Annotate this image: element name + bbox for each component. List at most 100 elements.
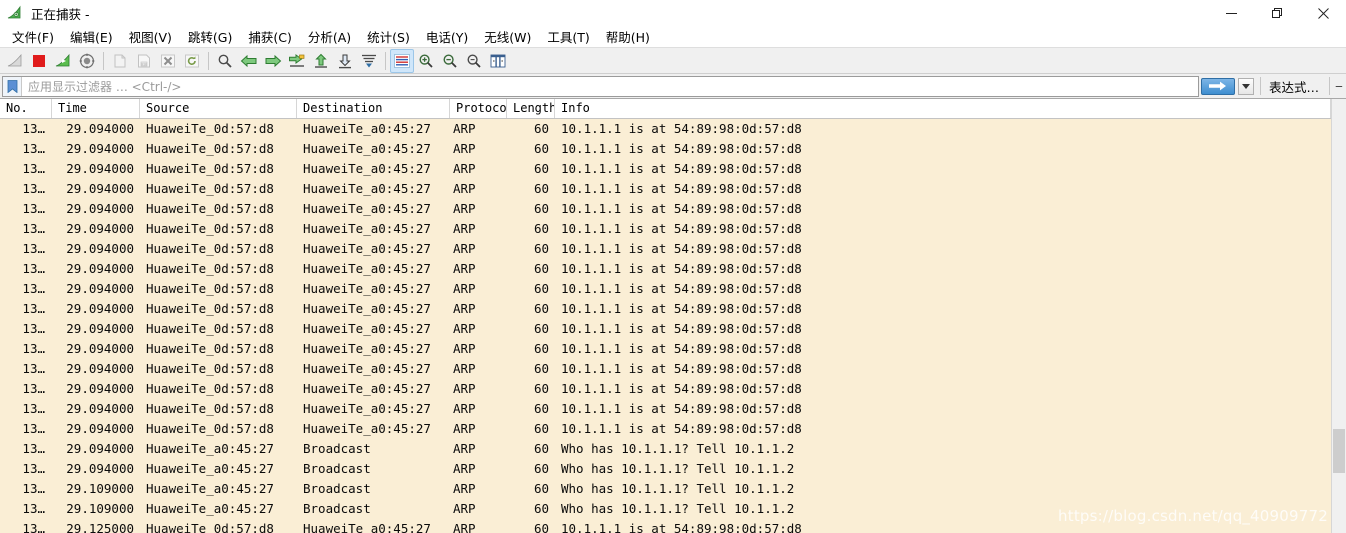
packet-row[interactable]: 13… 29.094000 HuaweiTe_0d:57:d8 HuaweiTe_a0… xyxy=(0,219,1331,239)
packet-row[interactable]: 13… 29.094000 HuaweiTe_0d:57:d8 HuaweiTe_a0… xyxy=(0,319,1331,339)
packet-row[interactable]: 13… 29.094000 HuaweiTe_a0:45:27 Broadcast AR… xyxy=(0,459,1331,479)
packet-row[interactable]: 13… 29.109000 HuaweiTe_a0:45:27 Broadcast AR… xyxy=(0,479,1331,499)
packet-row[interactable]: 13… 29.094000 HuaweiTe_0d:57:d8 HuaweiTe_a0… xyxy=(0,399,1331,419)
find-packet-icon[interactable] xyxy=(213,49,237,73)
restart-capture-icon[interactable] xyxy=(51,49,75,73)
packet-cell-time: 29.094000 xyxy=(66,241,134,256)
packet-row[interactable]: 13… 29.094000 HuaweiTe_0d:57:d8 HuaweiTe_a0… xyxy=(0,279,1331,299)
menu-item-go[interactable]: 跳转(G) xyxy=(180,25,240,48)
open-file-icon[interactable] xyxy=(108,49,132,73)
colorize-packets-icon[interactable] xyxy=(390,48,414,73)
resize-columns-icon[interactable] xyxy=(486,49,510,73)
minimize-button[interactable] xyxy=(1208,0,1254,26)
maximize-restore-button[interactable] xyxy=(1254,0,1300,26)
scrollbar-thumb[interactable] xyxy=(1333,429,1345,473)
filter-bookmark-icon[interactable] xyxy=(3,76,22,96)
packet-row[interactable]: 13… 29.125000 HuaweiTe_0d:57:d8 HuaweiTe_a0… xyxy=(0,519,1331,533)
packet-row[interactable]: 13… 29.094000 HuaweiTe_0d:57:d8 HuaweiTe_a0… xyxy=(0,139,1331,159)
menu-item-capture[interactable]: 捕获(C) xyxy=(240,25,299,48)
filter-expression-button[interactable]: 表达式… xyxy=(1263,77,1327,96)
column-header-time[interactable]: Time xyxy=(52,99,140,118)
packet-cell-len: 60 xyxy=(533,221,549,236)
packet-row[interactable]: 13… 29.094000 HuaweiTe_0d:57:d8 HuaweiTe_a0… xyxy=(0,179,1331,199)
menu-item-tools[interactable]: 工具(T) xyxy=(539,25,597,48)
packet-row[interactable]: 13… 29.094000 HuaweiTe_0d:57:d8 HuaweiTe_a0… xyxy=(0,239,1331,259)
packet-cell-time: 29.094000 xyxy=(66,361,134,376)
column-header-info[interactable]: Info xyxy=(555,99,1331,118)
svg-text:010: 010 xyxy=(141,62,147,66)
packet-cell-no: 13… xyxy=(22,521,45,533)
packet-cell-time: 29.094000 xyxy=(66,381,134,396)
go-back-icon[interactable] xyxy=(237,49,261,73)
column-header-len[interactable]: Length xyxy=(507,99,555,118)
column-header-dst[interactable]: Destination xyxy=(297,99,450,118)
packet-cell-no: 13… xyxy=(22,461,45,476)
packet-cell-info: 10.1.1.1 is at 54:89:98:0d:57:d8 xyxy=(561,241,802,256)
packet-row[interactable]: 13… 29.094000 HuaweiTe_0d:57:d8 HuaweiTe_a0… xyxy=(0,159,1331,179)
packet-cell-dst: HuaweiTe_a0:45:27 xyxy=(303,321,431,336)
wireshark-window: 正在捕获 - 文件(F) 编辑(E) 视图(V) 跳转(G) 捕获(C) 分析(A) 统计(… xyxy=(0,0,1346,533)
packet-row[interactable]: 13… 29.094000 HuaweiTe_0d:57:d8 HuaweiTe_a0… xyxy=(0,379,1331,399)
packet-cell-proto: ARP xyxy=(453,161,476,176)
capture-options-icon[interactable] xyxy=(75,49,99,73)
packet-cell-proto: ARP xyxy=(453,181,476,196)
go-forward-icon[interactable] xyxy=(261,49,285,73)
save-file-icon[interactable]: 010 xyxy=(132,49,156,73)
filter-collapse-button[interactable]: ‒ xyxy=(1332,79,1346,93)
packet-list-vertical-scrollbar[interactable] xyxy=(1331,99,1346,533)
packet-cell-proto: ARP xyxy=(453,361,476,376)
packet-cell-proto: ARP xyxy=(453,141,476,156)
packet-cell-time: 29.094000 xyxy=(66,261,134,276)
packet-cell-dst: HuaweiTe_a0:45:27 xyxy=(303,201,431,216)
packet-cell-len: 60 xyxy=(533,181,549,196)
apply-filter-button[interactable] xyxy=(1200,77,1235,95)
packet-row[interactable]: 13… 29.094000 HuaweiTe_0d:57:d8 HuaweiTe_a0… xyxy=(0,119,1331,139)
menu-item-edit[interactable]: 编辑(E) xyxy=(62,25,121,48)
menu-item-view[interactable]: 视图(V) xyxy=(121,25,180,48)
display-filter-input[interactable]: 应用显示过滤器 … <Ctrl-/> xyxy=(2,75,1199,97)
column-header-proto[interactable]: Protocol xyxy=(450,99,507,118)
packet-row[interactable]: 13… 29.109000 HuaweiTe_a0:45:27 Broadcast AR… xyxy=(0,499,1331,519)
packet-cell-len: 60 xyxy=(533,441,549,456)
packet-cell-no: 13… xyxy=(22,281,45,296)
column-header-src[interactable]: Source xyxy=(140,99,297,118)
packet-row[interactable]: 13… 29.094000 HuaweiTe_0d:57:d8 HuaweiTe_a0… xyxy=(0,259,1331,279)
packet-row[interactable]: 13… 29.094000 HuaweiTe_0d:57:d8 HuaweiTe_a0… xyxy=(0,419,1331,439)
packet-row[interactable]: 13… 29.094000 HuaweiTe_0d:57:d8 HuaweiTe_a0… xyxy=(0,359,1331,379)
menu-item-wireless[interactable]: 无线(W) xyxy=(476,25,539,48)
menu-item-file[interactable]: 文件(F) xyxy=(4,25,62,48)
close-button[interactable] xyxy=(1300,0,1346,26)
menu-item-help[interactable]: 帮助(H) xyxy=(598,25,658,48)
stop-capture-icon[interactable] xyxy=(27,49,51,73)
start-capture-icon[interactable] xyxy=(3,49,27,73)
packet-row[interactable]: 13… 29.094000 HuaweiTe_0d:57:d8 HuaweiTe_a0… xyxy=(0,199,1331,219)
column-header-no[interactable]: No. xyxy=(0,99,52,118)
packet-cell-dst: HuaweiTe_a0:45:27 xyxy=(303,221,431,236)
zoom-reset-icon[interactable] xyxy=(462,49,486,73)
main-toolbar: 010 xyxy=(0,48,1346,74)
packet-cell-src: HuaweiTe_0d:57:d8 xyxy=(146,341,274,356)
close-file-icon[interactable] xyxy=(156,49,180,73)
reload-file-icon[interactable] xyxy=(180,49,204,73)
packet-cell-no: 13… xyxy=(22,181,45,196)
packet-row[interactable]: 13… 29.094000 HuaweiTe_0d:57:d8 HuaweiTe_a0… xyxy=(0,339,1331,359)
packet-row[interactable]: 13… 29.094000 HuaweiTe_a0:45:27 Broadcast AR… xyxy=(0,439,1331,459)
auto-scroll-icon[interactable] xyxy=(357,49,381,73)
packet-cell-info: 10.1.1.1 is at 54:89:98:0d:57:d8 xyxy=(561,121,802,136)
menu-item-telephony[interactable]: 电话(Y) xyxy=(418,25,476,48)
zoom-out-icon[interactable] xyxy=(438,49,462,73)
zoom-in-icon[interactable] xyxy=(414,49,438,73)
go-first-packet-icon[interactable] xyxy=(309,49,333,73)
filter-history-dropdown[interactable] xyxy=(1237,77,1254,95)
menu-item-analyze[interactable]: 分析(A) xyxy=(300,25,359,48)
go-to-packet-icon[interactable] xyxy=(285,49,309,73)
menu-item-statistics[interactable]: 统计(S) xyxy=(359,25,418,48)
packet-cell-time: 29.094000 xyxy=(66,161,134,176)
packet-cell-no: 13… xyxy=(22,361,45,376)
go-last-packet-icon[interactable] xyxy=(333,49,357,73)
packet-cell-time: 29.094000 xyxy=(66,401,134,416)
packet-cell-proto: ARP xyxy=(453,301,476,316)
packet-cell-time: 29.094000 xyxy=(66,341,134,356)
packet-cell-src: HuaweiTe_0d:57:d8 xyxy=(146,321,274,336)
packet-row[interactable]: 13… 29.094000 HuaweiTe_0d:57:d8 HuaweiTe_a0… xyxy=(0,299,1331,319)
